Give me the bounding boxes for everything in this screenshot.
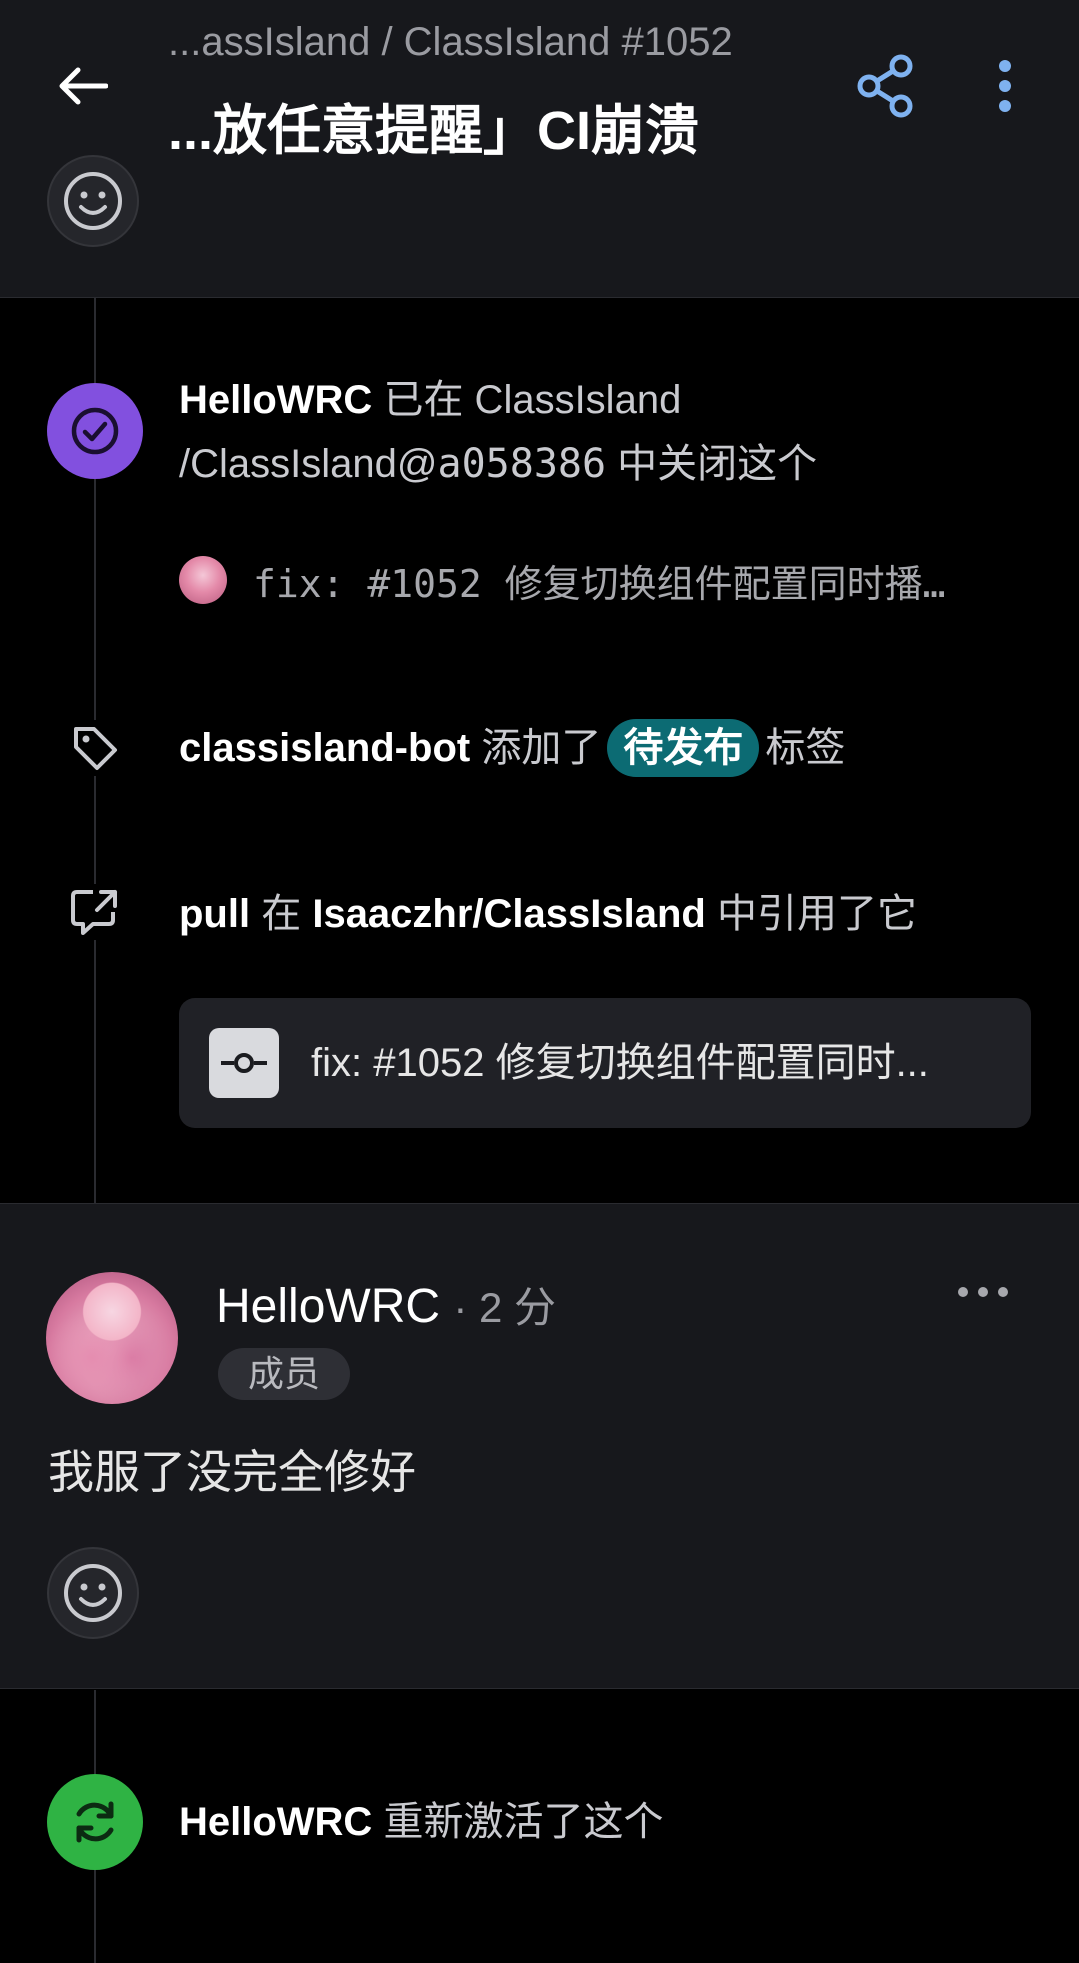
- comment-author-link[interactable]: HelloWRC: [216, 1280, 440, 1333]
- share-icon: [857, 54, 913, 118]
- role-badge: 成员: [218, 1348, 350, 1400]
- labeled-text-before: 添加了: [470, 726, 602, 770]
- tag-icon-wrap: [67, 720, 123, 776]
- reopened-event-text: HelloWRC 重新激活了这个: [179, 1790, 663, 1854]
- issue-header: ...assIsland / ClassIsland #1052 ...放任意提…: [0, 0, 1079, 298]
- tag-icon: [74, 727, 117, 770]
- referenced-text-mid: 在: [250, 892, 313, 936]
- event-actor-link[interactable]: classisland-bot: [179, 726, 470, 770]
- reopened-event: HelloWRC 重新激活了这个: [0, 1690, 1079, 1963]
- avatar[interactable]: [46, 1272, 178, 1404]
- timeline: HelloWRC 已在 ClassIsland /ClassIsland@a05…: [0, 298, 1079, 1203]
- share-button[interactable]: [854, 54, 918, 118]
- event-actor-link[interactable]: HelloWRC: [179, 1800, 372, 1844]
- more-horizontal-icon: [958, 1287, 1008, 1297]
- pull-request-title: fix: #1052 修复切换组件配置同时...: [311, 1041, 929, 1085]
- reopened-text: 重新激活了这个: [372, 1800, 664, 1844]
- commit-message: fix: #1052 修复切换组件配置同时播…: [253, 561, 946, 606]
- add-reaction-button[interactable]: [47, 155, 139, 247]
- commit-icon: [209, 1028, 279, 1098]
- event-actor-link[interactable]: pull: [179, 892, 250, 936]
- labeled-text-after: 标签: [765, 726, 846, 770]
- sync-icon: [76, 1801, 114, 1843]
- cross-reference-icon: [71, 890, 117, 935]
- overflow-menu-button[interactable]: [985, 54, 1025, 118]
- repo-link[interactable]: Isaaczhr/ClassIsland: [312, 892, 706, 936]
- smiley-icon: [64, 1564, 122, 1622]
- breadcrumb[interactable]: ...assIsland / ClassIsland #1052: [168, 20, 733, 65]
- page-title: ...放任意提醒」CI崩溃: [168, 101, 700, 161]
- avatar: [179, 556, 227, 604]
- closed-status-badge: [47, 383, 143, 479]
- referenced-text-after: 中引用了它: [705, 892, 917, 936]
- comment-timestamp: · 2 分: [453, 1284, 557, 1331]
- event-actor-link[interactable]: HelloWRC: [179, 378, 372, 422]
- label-badge[interactable]: 待发布: [607, 719, 760, 777]
- reopened-status-badge: [47, 1774, 143, 1870]
- referenced-event-text: pull 在 Isaaczhr/ClassIsland 中引用了它: [179, 882, 917, 946]
- back-button[interactable]: [50, 58, 114, 114]
- add-reaction-button[interactable]: [47, 1547, 139, 1639]
- comment-body: 我服了没完全修好: [48, 1446, 416, 1498]
- closed-event-text: HelloWRC 已在 ClassIsland /ClassIsland@a05…: [179, 368, 1019, 496]
- check-circle-icon: [71, 407, 119, 455]
- smiley-icon: [64, 172, 122, 230]
- closing-commit-row[interactable]: fix: #1052 修复切换组件配置同时播…: [179, 552, 1033, 608]
- closed-text-after: 中关闭这个: [606, 442, 818, 486]
- arrow-left-icon: [59, 67, 108, 105]
- comment-card: HelloWRC · 2 分 成员 我服了没完全修好: [0, 1203, 1079, 1689]
- pull-request-card[interactable]: fix: #1052 修复切换组件配置同时...: [179, 998, 1031, 1128]
- more-vertical-icon: [999, 60, 1011, 112]
- cross-reference-icon-wrap: [67, 884, 123, 940]
- commit-ref-link[interactable]: a058386: [437, 441, 606, 487]
- comment-more-button[interactable]: [950, 1272, 1016, 1312]
- labeled-event-text: classisland-bot 添加了 待发布 标签: [179, 716, 845, 780]
- comment-author-line: HelloWRC · 2 分: [216, 1274, 556, 1335]
